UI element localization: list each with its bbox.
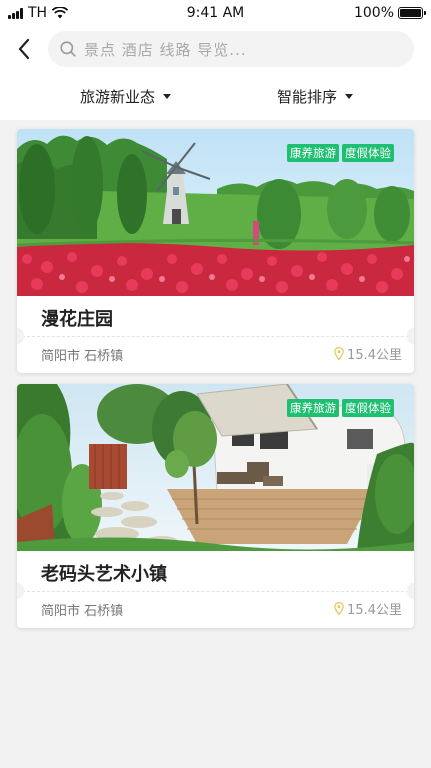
listing-distance: 15.4公里 [334,599,402,618]
filter-sort-label: 智能排序 [277,88,338,106]
tag-badge: 康养旅游 [287,144,339,162]
chevron-left-icon [18,38,30,60]
ticket-notch [407,328,414,344]
caret-down-icon [345,94,354,99]
listing-location: 简阳市 石桥镇 [41,349,124,364]
header: 景点 酒店 线路 导览... [0,26,431,72]
listing-image[interactable]: 康养旅游 度假体验 [17,129,414,296]
tag-badge: 度假体验 [342,399,394,417]
search-input[interactable]: 景点 酒店 线路 导览... [48,31,414,67]
battery-icon [398,7,426,19]
distance-value: 15.4公里 [347,348,402,363]
filter-sort-dropdown[interactable]: 智能排序 [277,86,354,107]
search-icon [60,41,76,57]
ticket-notch [407,583,414,599]
search-placeholder: 景点 酒店 线路 导览... [84,40,247,59]
battery-percent: 100% [353,5,394,21]
tag-badge: 度假体验 [342,144,394,162]
tag-list: 康养旅游 度假体验 [287,144,394,162]
battery-fill [400,9,421,17]
filter-bar: 旅游新业态 智能排序 [0,72,431,120]
caret-down-icon [163,94,172,99]
distance-value: 15.4公里 [347,603,402,618]
status-right: 100% [353,5,426,21]
listing-card[interactable]: 康养旅游 度假体验 老码头艺术小镇 简阳市 石桥镇 15.4公里 [17,384,414,628]
ticket-notch [17,328,24,344]
listing-image[interactable]: 康养旅游 度假体验 [17,384,414,551]
listing-location: 简阳市 石桥镇 [41,604,124,619]
listing-title: 老码头艺术小镇 [41,564,167,585]
listing-card[interactable]: 康养旅游 度假体验 漫花庄园 简阳市 石桥镇 15.4公里 [17,129,414,373]
status-bar: TH 9:41 AM 100% [0,0,431,26]
tag-badge: 康养旅游 [287,399,339,417]
dashed-divider [17,336,414,337]
location-pin-icon [334,602,344,615]
filter-category-dropdown[interactable]: 旅游新业态 [80,86,172,107]
tag-list: 康养旅游 度假体验 [287,399,394,417]
ticket-notch [17,583,24,599]
location-pin-icon [334,347,344,360]
back-button[interactable] [10,34,38,64]
filter-category-label: 旅游新业态 [80,88,156,106]
dashed-divider [17,591,414,592]
listing-distance: 15.4公里 [334,344,402,363]
listing-title: 漫花庄园 [41,309,113,330]
